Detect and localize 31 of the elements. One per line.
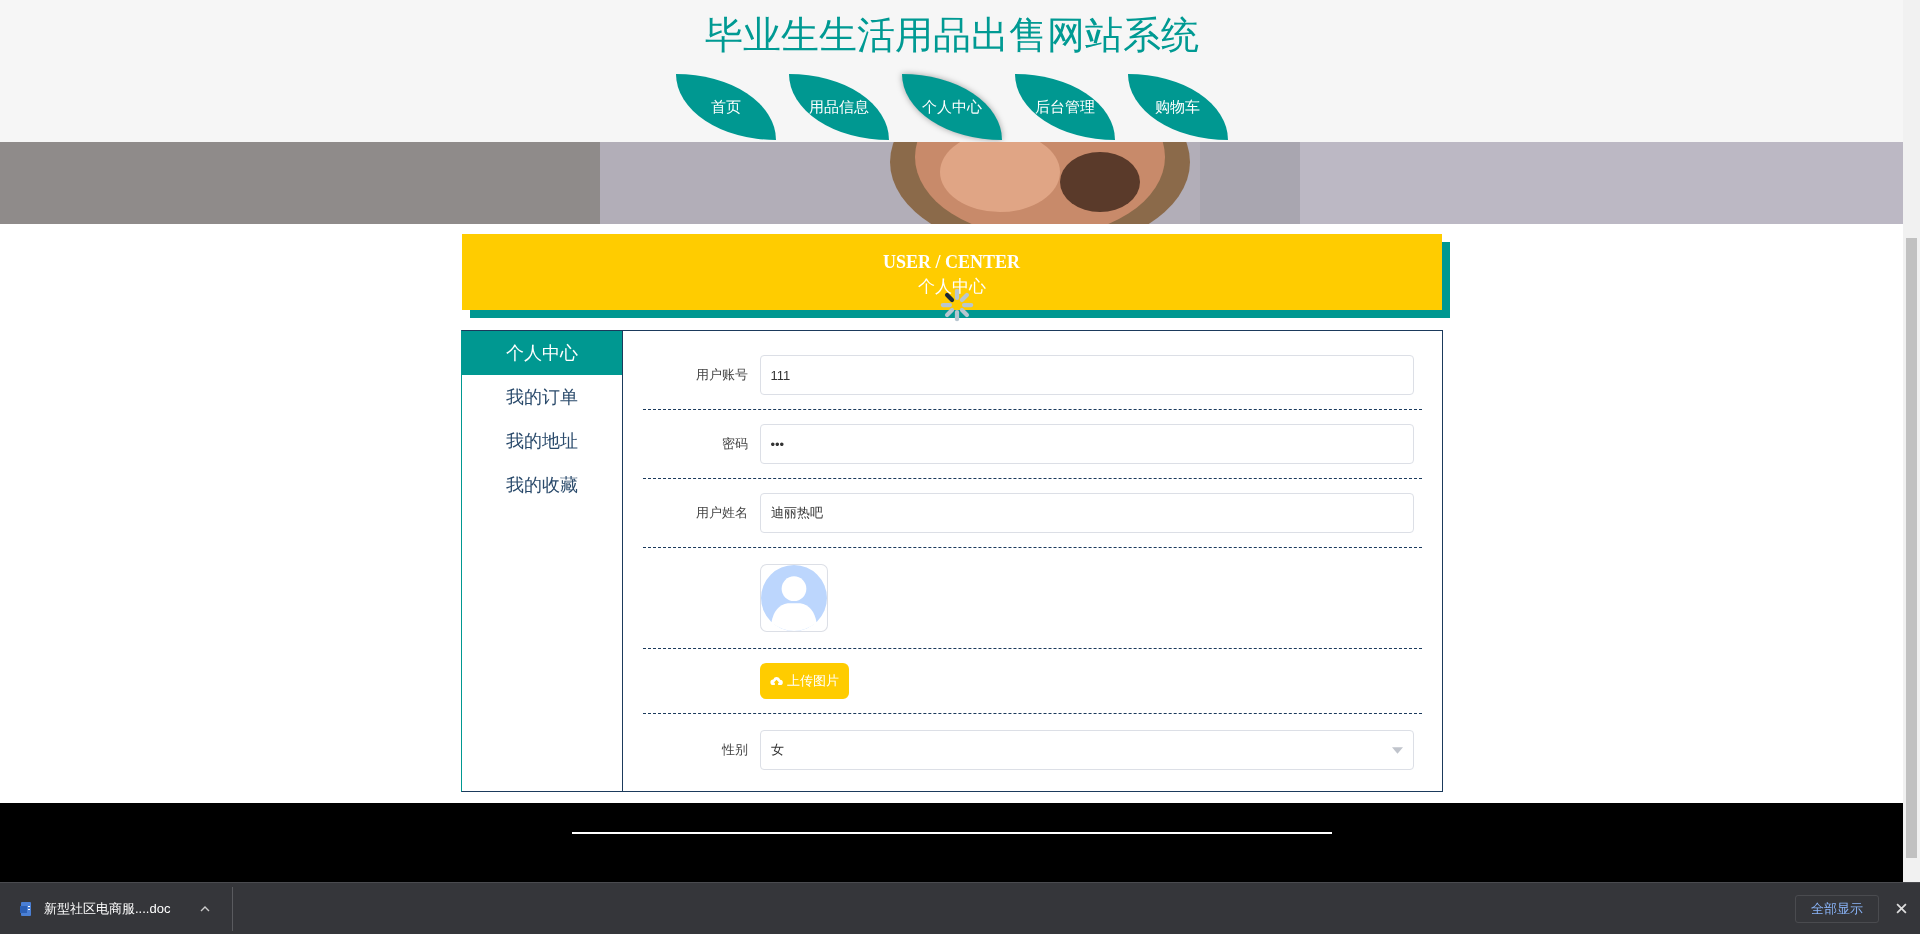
select-field[interactable]: 女 (759, 730, 1414, 770)
field-label: 用户姓名 (694, 504, 749, 522)
input-field[interactable]: 迪丽热吧 (759, 493, 1414, 533)
sidebar-item[interactable]: 我的订单 (461, 375, 622, 419)
show-all-button[interactable]: 全部显示 (1795, 894, 1879, 923)
heading-english: USER / CENTER (883, 252, 1020, 273)
scrollbar-thumb[interactable] (1906, 238, 1917, 858)
nav-tab[interactable]: 个人中心 (901, 74, 1002, 140)
input-field[interactable]: ••• (759, 424, 1414, 464)
field-label: 密码 (720, 435, 749, 453)
sidebar-item[interactable]: 个人中心 (461, 331, 622, 375)
heading-chinese: 个人中心 (917, 276, 986, 298)
field-label: 用户账号 (694, 366, 749, 384)
cloud-upload-icon (769, 676, 783, 686)
nav-tab[interactable]: 首页 (675, 74, 776, 140)
site-title: 毕业生生活用品出售网站系统 (704, 13, 1199, 58)
field-label: 性别 (720, 741, 749, 759)
chevron-up-icon[interactable] (200, 905, 211, 912)
scrollbar[interactable] (1903, 0, 1920, 882)
nav-tab[interactable]: 后台管理 (1014, 74, 1115, 140)
document-icon (20, 901, 32, 916)
input-field[interactable]: 111 (759, 355, 1414, 395)
avatar-placeholder-icon (759, 564, 828, 632)
caret-icon (1391, 746, 1403, 754)
nav-tab[interactable]: 购物车 (1127, 74, 1228, 140)
close-icon[interactable] (1896, 903, 1907, 914)
file-name: 新型社区电商服....doc (44, 899, 171, 918)
download-item[interactable]: 新型社区电商服....doc (20, 899, 171, 918)
sidebar-item[interactable]: 我的地址 (461, 419, 622, 463)
sidebar-item[interactable]: 我的收藏 (461, 463, 622, 507)
nav-tab[interactable]: 用品信息 (788, 74, 889, 140)
